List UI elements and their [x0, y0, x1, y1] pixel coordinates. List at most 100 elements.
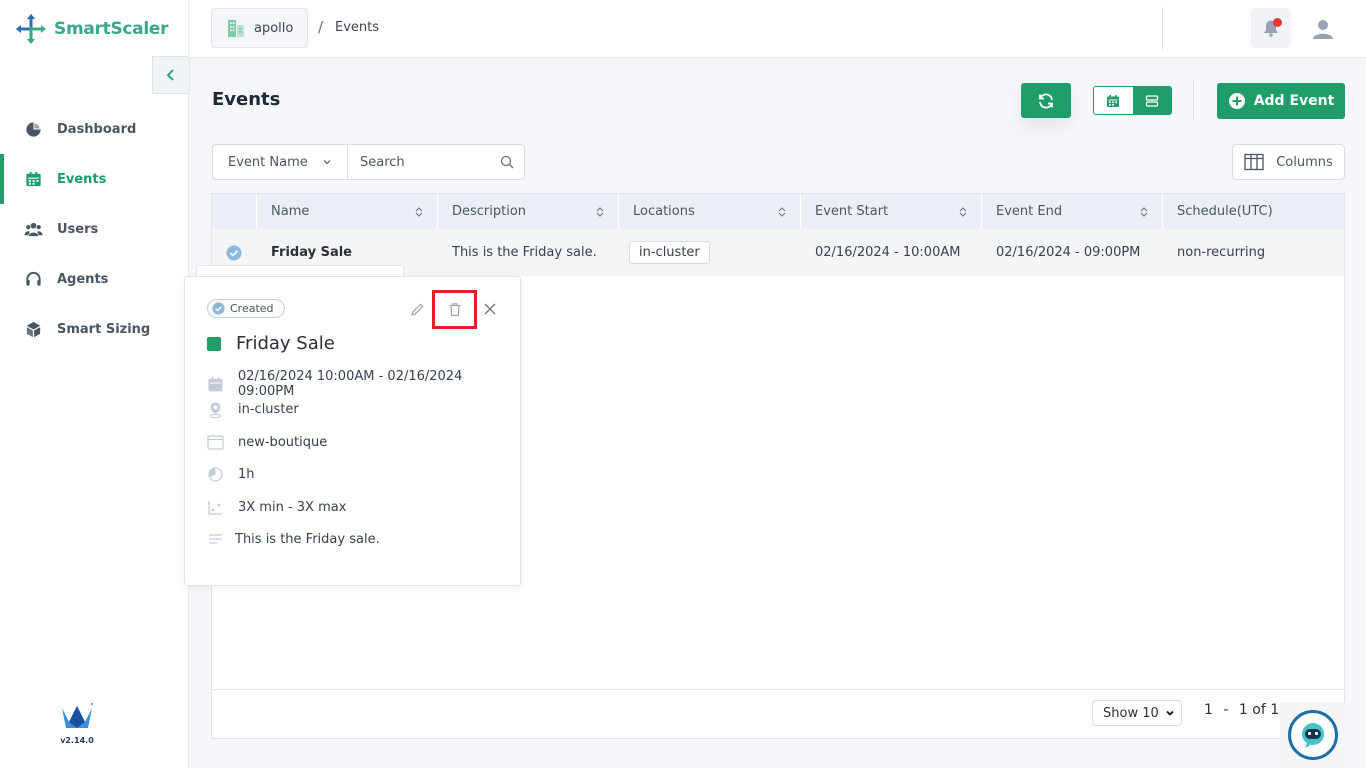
chevron-down-icon	[1166, 710, 1174, 716]
version-block: v2.14.0	[58, 702, 96, 745]
column-header-event-start[interactable]: Event Start	[801, 194, 982, 229]
sort-icon[interactable]	[596, 206, 604, 217]
building-icon	[228, 20, 244, 37]
popup-app-text: new-boutique	[238, 435, 328, 450]
column-header-label: Schedule(UTC)	[1177, 204, 1273, 219]
table-footer: Show 10 1 - 1 of 1	[212, 689, 1344, 739]
sort-icon[interactable]	[415, 206, 423, 217]
notifications-button[interactable]	[1251, 8, 1291, 48]
crown-logo-icon	[62, 703, 93, 728]
chat-bubble	[1288, 710, 1338, 760]
scale-axis-icon	[208, 501, 222, 515]
sort-icon[interactable]	[1140, 206, 1148, 217]
list-view-button[interactable]	[1132, 87, 1171, 114]
user-menu-button[interactable]	[1303, 12, 1343, 46]
headset-icon	[26, 271, 41, 286]
chevron-left-icon	[166, 69, 174, 81]
column-header-label: Locations	[633, 204, 695, 219]
delete-event-button[interactable]	[432, 290, 477, 329]
search-input[interactable]	[360, 154, 490, 170]
sidebar-item-label: Users	[57, 221, 99, 237]
toolbar-divider	[1193, 80, 1194, 121]
plus-circle-icon	[1228, 93, 1245, 109]
sidebar-item-label: Agents	[57, 271, 109, 287]
header-divider	[1162, 7, 1163, 50]
sidebar-item-dashboard[interactable]: Dashboard	[0, 104, 189, 154]
check-circle-icon	[212, 302, 225, 315]
text-lines-icon	[209, 534, 222, 544]
status-label: Created	[230, 302, 274, 315]
event-filter: Event Name	[212, 144, 525, 180]
sort-icon[interactable]	[778, 206, 786, 217]
cell-event-end: 02/16/2024 - 09:00PM	[996, 245, 1141, 260]
column-header-description[interactable]: Description	[438, 194, 619, 229]
calendar-icon	[1107, 94, 1120, 107]
popup-location-text: in-cluster	[238, 402, 299, 417]
popup-datetime-text: 02/16/2024 10:00AM - 02/16/2024 09:00PM	[237, 369, 463, 399]
sidebar-item-users[interactable]: Users	[0, 204, 189, 254]
sidebar-item-label: Dashboard	[57, 121, 137, 137]
chevron-down-icon	[323, 160, 331, 165]
top-bar: apollo / Events	[189, 0, 1366, 58]
popup-description: This is the Friday sale.	[207, 531, 380, 548]
popup-app: new-boutique	[207, 434, 327, 451]
pagination-info: 1 - 1 of 1	[1204, 702, 1279, 718]
sidebar-item-label: Smart Sizing	[57, 321, 151, 337]
calendar-icon	[26, 171, 41, 186]
location-pin-icon	[210, 402, 221, 418]
search-icon[interactable]	[500, 155, 514, 169]
close-icon	[484, 303, 496, 315]
columns-label: Columns	[1276, 154, 1333, 170]
view-toggle	[1093, 86, 1172, 115]
cube-icon	[26, 321, 41, 337]
sidebar-item-agents[interactable]: Agents	[0, 254, 189, 304]
clock-pie-icon	[208, 467, 223, 482]
collapse-sidebar-button[interactable]	[152, 56, 190, 94]
column-header-label: Name	[271, 204, 310, 219]
page-start: 1	[1204, 702, 1213, 718]
sidebar-item-smart-sizing[interactable]: Smart Sizing	[0, 304, 189, 354]
search-box	[348, 145, 524, 179]
column-header-schedule: Schedule(UTC)	[1163, 194, 1344, 229]
app-name: SmartScaler	[54, 19, 169, 39]
column-header-label: Event End	[996, 204, 1063, 219]
location-chip: in-cluster	[629, 241, 710, 264]
popup-location: in-cluster	[207, 401, 299, 418]
logo-icon	[16, 14, 46, 44]
status-badge: Created	[207, 299, 285, 318]
sidebar-item-label: Events	[57, 171, 107, 187]
add-event-button[interactable]: Add Event	[1217, 83, 1345, 119]
popup-description-text: This is the Friday sale.	[235, 532, 380, 547]
filter-field-select[interactable]: Event Name	[213, 145, 348, 179]
project-selector[interactable]: apollo	[211, 8, 309, 48]
event-color-swatch	[207, 336, 221, 351]
chat-assistant-button[interactable]	[1280, 702, 1346, 768]
refresh-button[interactable]	[1021, 83, 1071, 118]
chatbot-icon	[1302, 723, 1324, 748]
sort-icon[interactable]	[959, 206, 967, 217]
calendar-view-button[interactable]	[1094, 87, 1133, 114]
column-header-event-end[interactable]: Event End	[982, 194, 1163, 229]
users-icon	[24, 222, 43, 236]
page-size-label: Show 10	[1103, 705, 1159, 721]
close-popup-button[interactable]	[475, 295, 505, 323]
column-header-name[interactable]: Name	[257, 194, 438, 229]
cell-schedule: non-recurring	[1177, 245, 1266, 260]
edit-event-button[interactable]	[402, 295, 432, 323]
add-event-label: Add Event	[1253, 93, 1335, 109]
page-size-select[interactable]: Show 10	[1092, 700, 1182, 726]
pencil-icon	[410, 302, 424, 316]
notification-dot	[1273, 18, 1282, 27]
popup-duration-text: 1h	[238, 467, 255, 482]
sidebar-item-events[interactable]: Events	[0, 154, 189, 204]
cell-event-start: 02/16/2024 - 10:00AM	[815, 245, 961, 260]
version-label: v2.14.0	[60, 736, 94, 745]
breadcrumb-current: Events	[335, 20, 380, 35]
page-title: Events	[212, 89, 281, 110]
table-header: Name Description Locations Event Start E…	[212, 194, 1344, 229]
cell-description: This is the Friday sale.	[452, 245, 597, 260]
app-logo[interactable]: SmartScaler	[14, 12, 168, 46]
column-header-locations[interactable]: Locations	[619, 194, 801, 229]
columns-button[interactable]: Columns	[1232, 144, 1345, 180]
browser-window-icon	[207, 435, 224, 450]
